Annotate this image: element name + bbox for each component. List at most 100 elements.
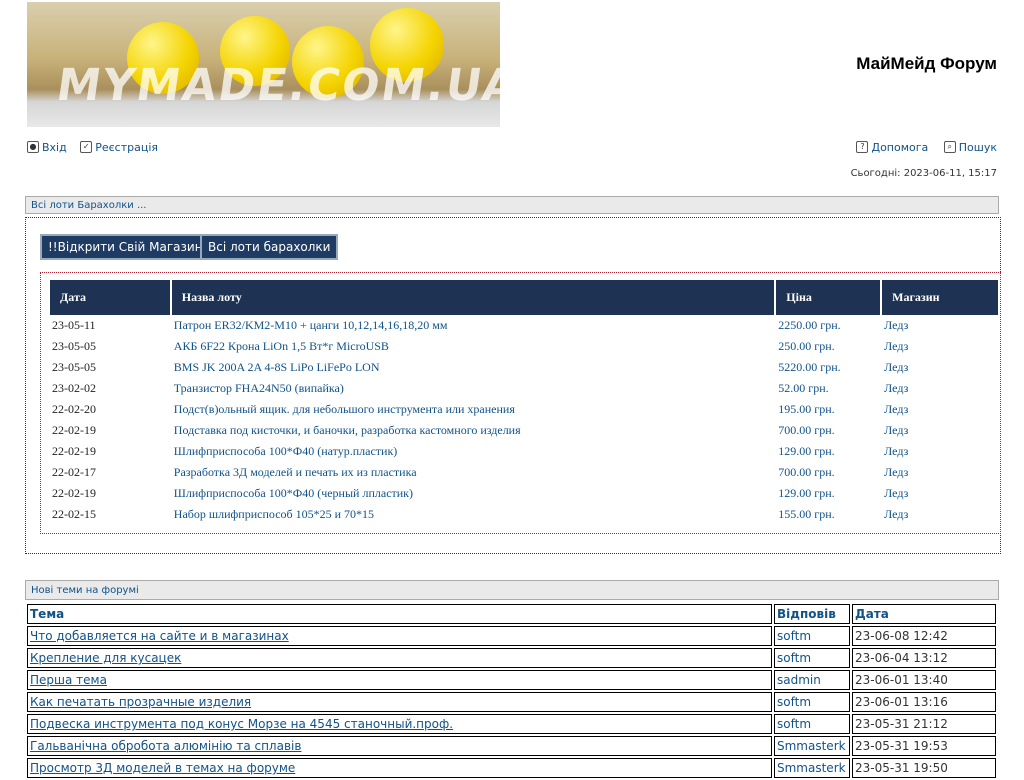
lot-row: 22-02-19 Подставка под кисточки, и баночк…: [50, 420, 998, 441]
lot-name-link[interactable]: Подст(в)ольный ящик. для небольшого инст…: [172, 399, 775, 420]
lot-name-link[interactable]: Шлифприспособа 100*Ф40 (натур.пластик): [172, 441, 775, 462]
topic-author-link[interactable]: softm: [774, 626, 850, 646]
lot-shop-link[interactable]: Ледз: [882, 399, 998, 420]
lot-name-link[interactable]: Набор шлифприспособ 105*25 и 70*15: [172, 504, 775, 525]
lot-row: 22-02-20 Подст(в)ольный ящик. для небольш…: [50, 399, 998, 420]
forum-heading-label: Нові теми на форумі: [31, 585, 139, 596]
topic-date: 23-06-01 13:16: [852, 692, 996, 712]
help-link[interactable]: ? Допомога: [856, 141, 928, 154]
search-icon: ⌕: [943, 141, 956, 153]
topic-author-link[interactable]: softm: [774, 692, 850, 712]
lot-price: 129.00 грн.: [778, 444, 835, 458]
help-label: Допомога: [871, 140, 929, 154]
lot-date: 22-02-19: [52, 444, 96, 458]
topic-cell: Что добавляется на сайте и в магазинах: [27, 626, 772, 646]
forum-topics-table: Тема Відповів Дата Что добавляется на са…: [25, 602, 998, 780]
lot-price: 129.00 грн.: [778, 486, 835, 500]
lots-header-row: Дата Назва лоту Ціна Магазин: [50, 280, 998, 315]
site-title: МайМейд Форум: [856, 54, 997, 73]
lot-name-link[interactable]: Транзистор FHA24N50 (випайка): [172, 378, 775, 399]
forum-topic-row: Что добавляется на сайте и в магазинах so…: [27, 626, 996, 646]
topic-date: 23-05-31 19:53: [852, 736, 996, 756]
topic-link[interactable]: Подвеска инструмента под конус Морзе на …: [30, 717, 453, 731]
forum-panel-heading[interactable]: Нові теми на форумі: [25, 580, 999, 600]
topic-date: 23-06-08 12:42: [852, 626, 996, 646]
lot-row: 22-02-19 Шлифприспособа 100*Ф40 (черный л…: [50, 483, 998, 504]
register-link[interactable]: ✓ Реєстрація: [80, 141, 158, 154]
forum-topic-row: Подвеска инструмента под конус Морзе на …: [27, 714, 996, 734]
lot-row: 23-02-02 Транзистор FHA24N50 (випайка) 52.…: [50, 378, 998, 399]
help-icon: ?: [856, 141, 869, 153]
search-link[interactable]: ⌕ Пошук: [943, 140, 997, 154]
lot-name-link[interactable]: АКБ 6F22 Крона LiOn 1,5 Вт*г MicroUSB: [172, 336, 775, 357]
topic-date: 23-06-01 13:40: [852, 670, 996, 690]
topic-date: 23-06-04 13:12: [852, 648, 996, 668]
forum-topic-row: Как печатать прозрачные изделия softm 23-0…: [27, 692, 996, 712]
topic-link[interactable]: Просмотр 3Д моделей в темах на форуме: [30, 761, 295, 775]
site-banner[interactable]: MYMADE.COM.UA: [27, 2, 500, 127]
lot-date: 22-02-15: [52, 507, 96, 521]
all-lots-button[interactable]: Всі лоти барахолки: [200, 234, 339, 260]
lot-shop-link[interactable]: Ледз: [882, 441, 998, 462]
topic-link[interactable]: Крепление для кусацек: [30, 651, 181, 665]
column-header-shop: Магазин: [882, 280, 998, 315]
lot-shop-link[interactable]: Ледз: [882, 462, 998, 483]
market-panel-heading[interactable]: Всі лоти Барахолки ...: [25, 196, 999, 214]
topic-link[interactable]: Что добавляется на сайте и в магазинах: [30, 629, 289, 643]
topic-cell: Просмотр 3Д моделей в темах на форуме: [27, 758, 772, 778]
lot-row: 23-05-05 АКБ 6F22 Крона LiOn 1,5 Вт*г Mic…: [50, 336, 998, 357]
lot-name-link[interactable]: BMS JK 200A 2A 4-8S LiPo LiFePo LON: [172, 357, 775, 378]
lot-name-link[interactable]: Подставка под кисточки, и баночки, разра…: [172, 420, 775, 441]
open-shop-button[interactable]: !!Відкрити Свій Магазин: [40, 234, 211, 260]
lot-row: 23-05-11 Патрон ER32/KM2-M10 + цанги 10,1…: [50, 315, 998, 336]
column-header-lot-name: Назва лоту: [171, 280, 775, 315]
column-header-date: Дата: [852, 604, 996, 624]
topic-date: 23-05-31 21:12: [852, 714, 996, 734]
lots-table: Дата Назва лоту Ціна Магазин 23-05-11 Пат…: [48, 280, 1000, 525]
lot-price: 2250.00 грн.: [778, 318, 841, 332]
topic-link[interactable]: Как печатать прозрачные изделия: [30, 695, 251, 709]
search-label: Пошук: [958, 140, 997, 154]
banner-watermark: MYMADE.COM.UA: [53, 60, 500, 111]
lot-shop-link[interactable]: Ледз: [882, 483, 998, 504]
checkmark-icon: ✓: [80, 141, 93, 153]
topic-link[interactable]: Перша тема: [30, 673, 107, 687]
lot-price: 5220.00 грн.: [778, 360, 841, 374]
topic-cell: Как печатать прозрачные изделия: [27, 692, 772, 712]
lot-row: 23-05-05 BMS JK 200A 2A 4-8S LiPo LiFePo …: [50, 357, 998, 378]
lot-date: 22-02-17: [52, 465, 96, 479]
lot-date: 22-02-20: [52, 402, 96, 416]
top-nav: ● Вхід ✓ Реєстрація ? Допомога ⌕ Пошук: [27, 139, 997, 155]
lot-shop-link[interactable]: Ледз: [882, 336, 998, 357]
login-link[interactable]: ● Вхід: [27, 141, 67, 154]
column-header-replied: Відповів: [774, 604, 850, 624]
topic-author-link[interactable]: softm: [774, 648, 850, 668]
lot-name-link[interactable]: Шлифприспособа 100*Ф40 (черный лпластик): [172, 483, 775, 504]
current-date: Сьогодні: 2023-06-11, 15:17: [850, 168, 997, 179]
lots-table-frame: Дата Назва лоту Ціна Магазин 23-05-11 Пат…: [40, 272, 1001, 534]
lot-price: 195.00 грн.: [778, 402, 835, 416]
lot-name-link[interactable]: Разработка 3Д моделей и печать их из пла…: [172, 462, 775, 483]
lot-shop-link[interactable]: Ледз: [882, 420, 998, 441]
topic-author-link[interactable]: Smmasterk: [774, 758, 850, 778]
lot-shop-link[interactable]: Ледз: [882, 357, 998, 378]
forum-topic-row: Гальванічна обробота алюмінію та сплавів…: [27, 736, 996, 756]
lot-name-link[interactable]: Патрон ER32/KM2-M10 + цанги 10,12,14,16,…: [172, 315, 775, 336]
lot-shop-link[interactable]: Ледз: [882, 315, 998, 336]
column-header-date: Дата: [50, 280, 170, 315]
lot-price: 700.00 грн.: [778, 423, 835, 437]
topic-cell: Подвеска инструмента под конус Морзе на …: [27, 714, 772, 734]
topic-author-link[interactable]: softm: [774, 714, 850, 734]
topic-date: 23-05-31 19:50: [852, 758, 996, 778]
topic-link[interactable]: Гальванічна обробота алюмінію та сплавів: [30, 739, 301, 753]
market-heading-label: Всі лоти Барахолки ...: [31, 200, 147, 211]
topic-cell: Крепление для кусацек: [27, 648, 772, 668]
forum-header-row: Тема Відповів Дата: [27, 604, 996, 624]
lot-shop-link[interactable]: Ледз: [882, 504, 998, 525]
lot-date: 23-05-05: [52, 360, 96, 374]
topic-author-link[interactable]: sadmin: [774, 670, 850, 690]
topic-author-link[interactable]: Smmasterk: [774, 736, 850, 756]
lot-shop-link[interactable]: Ледз: [882, 378, 998, 399]
lot-price: 52.00 грн.: [778, 381, 829, 395]
lot-date: 23-02-02: [52, 381, 96, 395]
